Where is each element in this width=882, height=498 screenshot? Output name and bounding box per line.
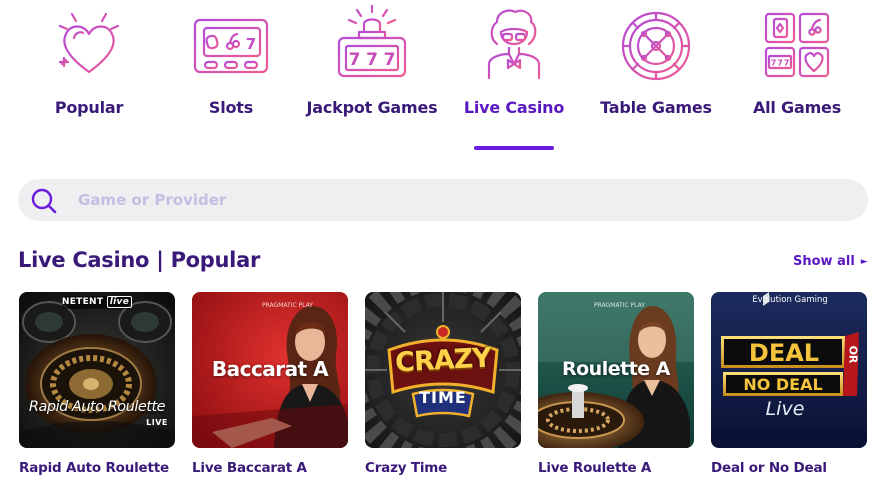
game-name[interactable]: Crazy Time (365, 460, 447, 476)
jackpot-icon: 777 (337, 4, 407, 82)
category-label: Table Games (600, 98, 712, 117)
svg-text:7: 7 (246, 35, 256, 53)
all-games-grid-icon: 777 (762, 4, 832, 82)
slot-machine-icon: 7 (193, 4, 269, 82)
svg-text:7: 7 (349, 50, 361, 70)
category-slots[interactable]: 7 Slots (161, 0, 301, 160)
search-input[interactable] (78, 179, 838, 221)
game-card-deal-or-no-deal[interactable]: Evolution Gaming DEAL OR NO DEAL Live (711, 292, 867, 448)
dealer-icon (477, 4, 551, 82)
svg-text:PRAGMATIC PLAY: PRAGMATIC PLAY (262, 302, 313, 309)
category-all-games[interactable]: 777 All Games (727, 0, 867, 160)
provider-logo: NETENT live (19, 296, 175, 308)
game-card-rapid-auto-roulette[interactable]: NETENT live Rapid Auto Roulette LIVE (19, 292, 175, 448)
search-bar (18, 179, 868, 221)
category-popular[interactable]: Popular (19, 0, 159, 160)
game-card-crazy-time[interactable]: CRAZY TIME (365, 292, 521, 448)
heart-icon (54, 4, 124, 82)
svg-text:7: 7 (366, 50, 378, 70)
arrow-right-icon: ► (860, 257, 868, 267)
category-nav: Popular 7 Slots 7 7 7 Jackpot Games Live… (0, 0, 882, 160)
game-art-title: Baccarat A (211, 357, 329, 381)
svg-text:7: 7 (777, 59, 783, 68)
roulette-wheel-icon (621, 4, 691, 82)
svg-text:7: 7 (784, 59, 790, 68)
category-label: All Games (752, 98, 842, 117)
game-art-or: OR (846, 345, 860, 364)
show-all-link[interactable]: Show all ► (793, 254, 868, 269)
section-title: Live Casino | Popular (18, 248, 260, 272)
category-jackpot-games[interactable]: 777 Jackpot Games (302, 0, 442, 160)
category-label: Jackpot Games (306, 98, 438, 117)
game-card-live-roulette-a[interactable]: PRAGMATIC PLAY Roulette A (538, 292, 694, 448)
category-live-casino[interactable]: Live Casino (444, 0, 584, 160)
provider-logo: Evolution Gaming (752, 295, 828, 305)
game-art-middle: NO DEAL (743, 375, 823, 394)
category-label: Live Casino (463, 98, 565, 117)
svg-text:7: 7 (771, 59, 777, 68)
game-name[interactable]: Live Roulette A (538, 460, 651, 476)
active-tab-indicator (474, 146, 554, 150)
show-all-label: Show all (793, 254, 855, 269)
game-art-subtitle: TIME (419, 388, 467, 407)
game-name[interactable]: Deal or No Deal (711, 460, 827, 476)
svg-text:PRAGMATIC PLAY: PRAGMATIC PLAY (594, 302, 645, 309)
game-art-subtitle: Live (765, 398, 805, 420)
game-art-title: Roulette A (562, 358, 670, 380)
live-label: LIVE (146, 418, 168, 427)
category-label: Slots (208, 98, 254, 117)
game-art-title: DEAL (748, 339, 820, 367)
game-art-title: Rapid Auto Roulette (28, 399, 166, 415)
category-table-games[interactable]: Table Games (586, 0, 726, 160)
search-icon[interactable] (31, 188, 57, 214)
game-name[interactable]: Rapid Auto Roulette (19, 460, 169, 476)
category-label: Popular (54, 98, 124, 117)
svg-text:7: 7 (384, 50, 396, 70)
game-name[interactable]: Live Baccarat A (192, 460, 307, 476)
game-card-live-baccarat-a[interactable]: PRAGMATIC PLAY Baccarat A (192, 292, 348, 448)
game-thumbnail (711, 292, 867, 448)
